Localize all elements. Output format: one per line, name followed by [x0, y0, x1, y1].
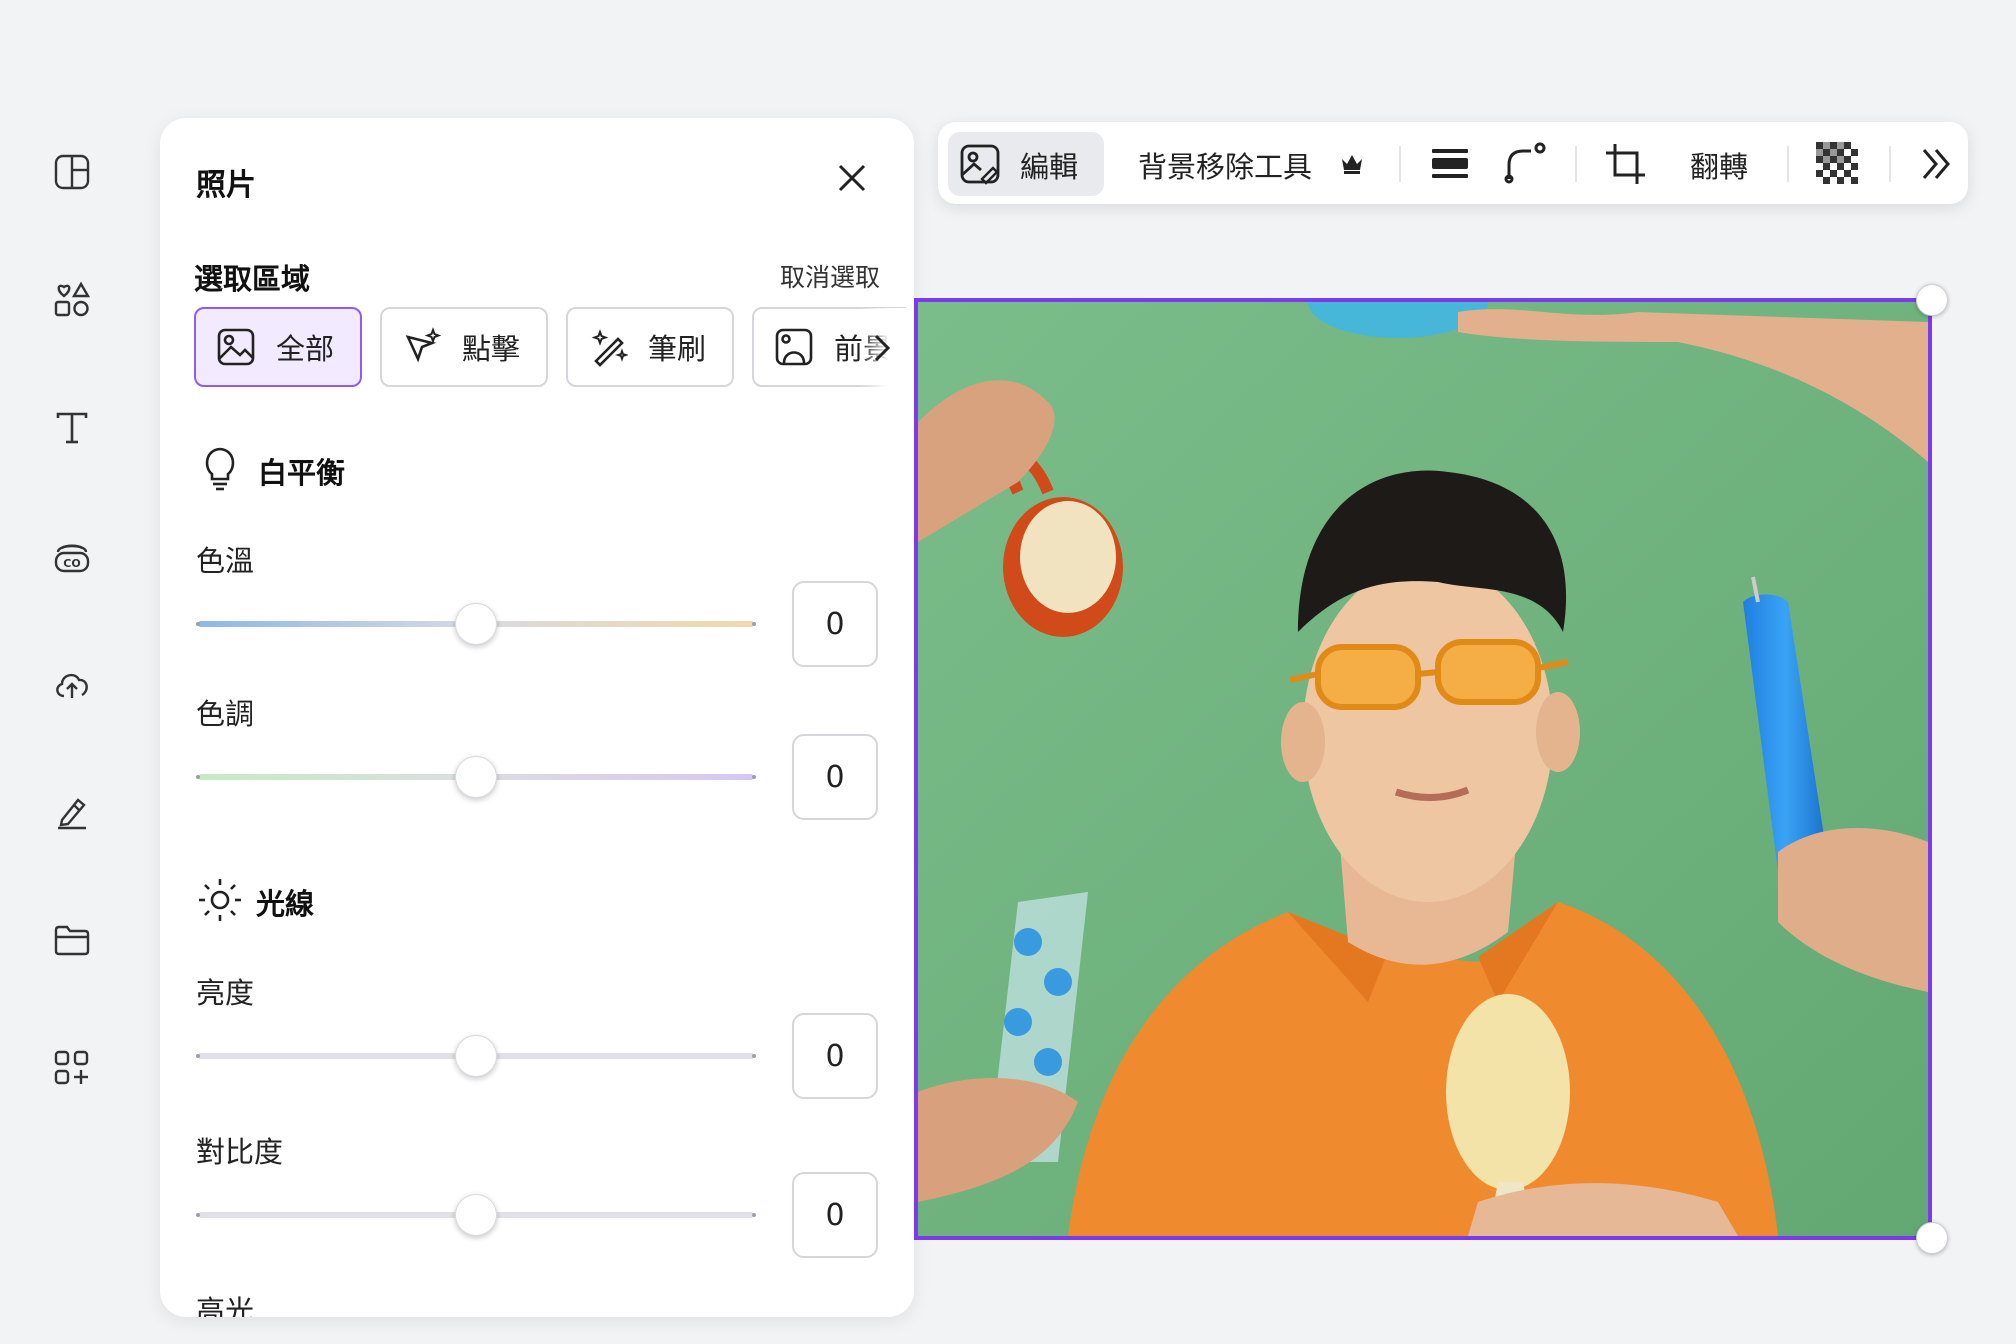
rail-apps-button[interactable] — [48, 1044, 96, 1092]
resize-handle-top-right[interactable] — [1916, 284, 1948, 316]
light-heading: 光線 — [256, 887, 315, 921]
brightness-slider-thumb[interactable] — [455, 1035, 497, 1077]
more-chevrons-icon — [1922, 149, 1950, 179]
draw-icon — [58, 798, 86, 830]
deselect-link[interactable]: 取消選取 — [780, 258, 880, 294]
bg-remover-button[interactable]: 背景移除工具 — [1138, 144, 1312, 186]
temperature-slider-thumb[interactable] — [455, 603, 497, 645]
select-all-button[interactable]: 全部 — [194, 307, 362, 387]
panel-title: 照片 — [196, 168, 256, 203]
selection-heading: 選取區域 — [194, 262, 311, 296]
select-click-label: 點擊 — [462, 332, 521, 366]
select-all-label: 全部 — [276, 332, 335, 366]
select-brush-button[interactable]: 筆刷 — [566, 307, 734, 387]
close-icon — [838, 164, 866, 192]
tint-value-input[interactable]: 0 — [792, 734, 878, 820]
image-icon — [217, 328, 255, 366]
white-balance-heading: 白平衡 — [258, 456, 346, 490]
text-icon — [56, 412, 88, 444]
more-tools-button[interactable] — [1914, 142, 1958, 186]
resize-handle-bottom-right[interactable] — [1916, 1222, 1948, 1254]
transparency-icon — [1816, 142, 1860, 186]
transparency-button[interactable] — [1816, 142, 1860, 186]
brand-icon: CO — [54, 544, 90, 573]
sparkle-cursor-icon — [405, 327, 442, 363]
svg-text:CO: CO — [63, 557, 80, 570]
contrast-label: 對比度 — [196, 1135, 284, 1169]
temperature-value-input[interactable]: 0 — [792, 581, 878, 667]
edit-label: 編輯 — [1020, 150, 1079, 184]
temperature-label: 色溫 — [196, 544, 255, 578]
foreground-icon — [775, 328, 813, 366]
rail-layout-button[interactable] — [48, 148, 96, 196]
chevron-right-icon — [874, 334, 891, 362]
elements-icon — [54, 281, 91, 317]
upload-cloud-icon — [56, 673, 88, 698]
position-button[interactable] — [1428, 144, 1472, 184]
layout-icon — [54, 154, 90, 190]
position-icon — [1432, 149, 1468, 178]
rail-elements-button[interactable] — [48, 276, 96, 324]
folder-icon — [54, 925, 90, 956]
sun-icon — [196, 876, 244, 928]
select-click-button[interactable]: 點擊 — [380, 307, 548, 387]
highlights-label: 高光 — [196, 1294, 255, 1317]
rail-projects-button[interactable] — [48, 916, 96, 964]
tint-slider-thumb[interactable] — [455, 756, 497, 798]
toolbar-divider — [1575, 146, 1577, 182]
selected-photo[interactable] — [914, 298, 1932, 1240]
bulb-icon — [200, 444, 240, 496]
tint-label: 色調 — [196, 697, 255, 731]
highlights-row-clip: 高光 — [160, 1276, 914, 1317]
crop-icon — [1606, 144, 1645, 184]
apps-icon — [54, 1050, 89, 1085]
selection-next-button[interactable] — [868, 330, 894, 370]
corner-radius-icon — [1504, 142, 1546, 184]
rail-uploads-button[interactable] — [48, 660, 96, 708]
rail-brand-button[interactable]: CO — [48, 532, 96, 580]
contrast-value-input[interactable]: 0 — [792, 1172, 878, 1258]
flip-button[interactable]: 翻轉 — [1690, 144, 1748, 186]
edit-image-icon — [958, 142, 1002, 186]
brightness-label: 亮度 — [196, 976, 255, 1010]
magic-brush-icon — [591, 329, 628, 367]
crop-button[interactable] — [1602, 140, 1648, 188]
corner-radius-button[interactable] — [1502, 140, 1548, 186]
contrast-slider-thumb[interactable] — [455, 1194, 497, 1236]
rail-text-button[interactable] — [48, 404, 96, 452]
close-panel-button[interactable] — [830, 156, 874, 200]
portrait-photo — [918, 302, 1928, 1236]
toolbar-divider — [1399, 146, 1401, 182]
toolbar-divider — [1787, 146, 1789, 182]
selection-options: 全部 點擊 筆刷 前景 — [190, 305, 906, 391]
toolbar-divider — [1889, 146, 1891, 182]
rail-draw-button[interactable] — [48, 788, 96, 836]
brightness-value-input[interactable]: 0 — [792, 1013, 878, 1099]
select-brush-label: 筆刷 — [648, 332, 707, 366]
crown-icon — [1338, 150, 1366, 178]
